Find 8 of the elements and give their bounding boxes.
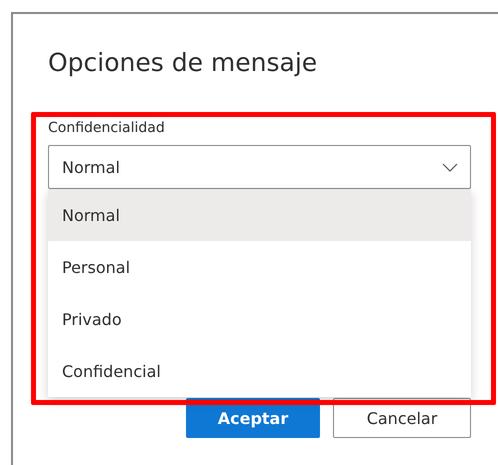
chevron-down-icon xyxy=(442,162,458,172)
field-label: Confidencialidad xyxy=(48,120,166,138)
dropdown-option[interactable]: Privado xyxy=(48,293,471,345)
dropdown-option[interactable]: Personal xyxy=(48,241,471,293)
dialog-title: Opciones de mensaje xyxy=(48,48,318,79)
dropdown-field[interactable]: Normal xyxy=(48,145,471,189)
dropdown-option[interactable]: Normal xyxy=(48,189,471,241)
dropdown-option[interactable]: Confidencial xyxy=(48,345,471,397)
